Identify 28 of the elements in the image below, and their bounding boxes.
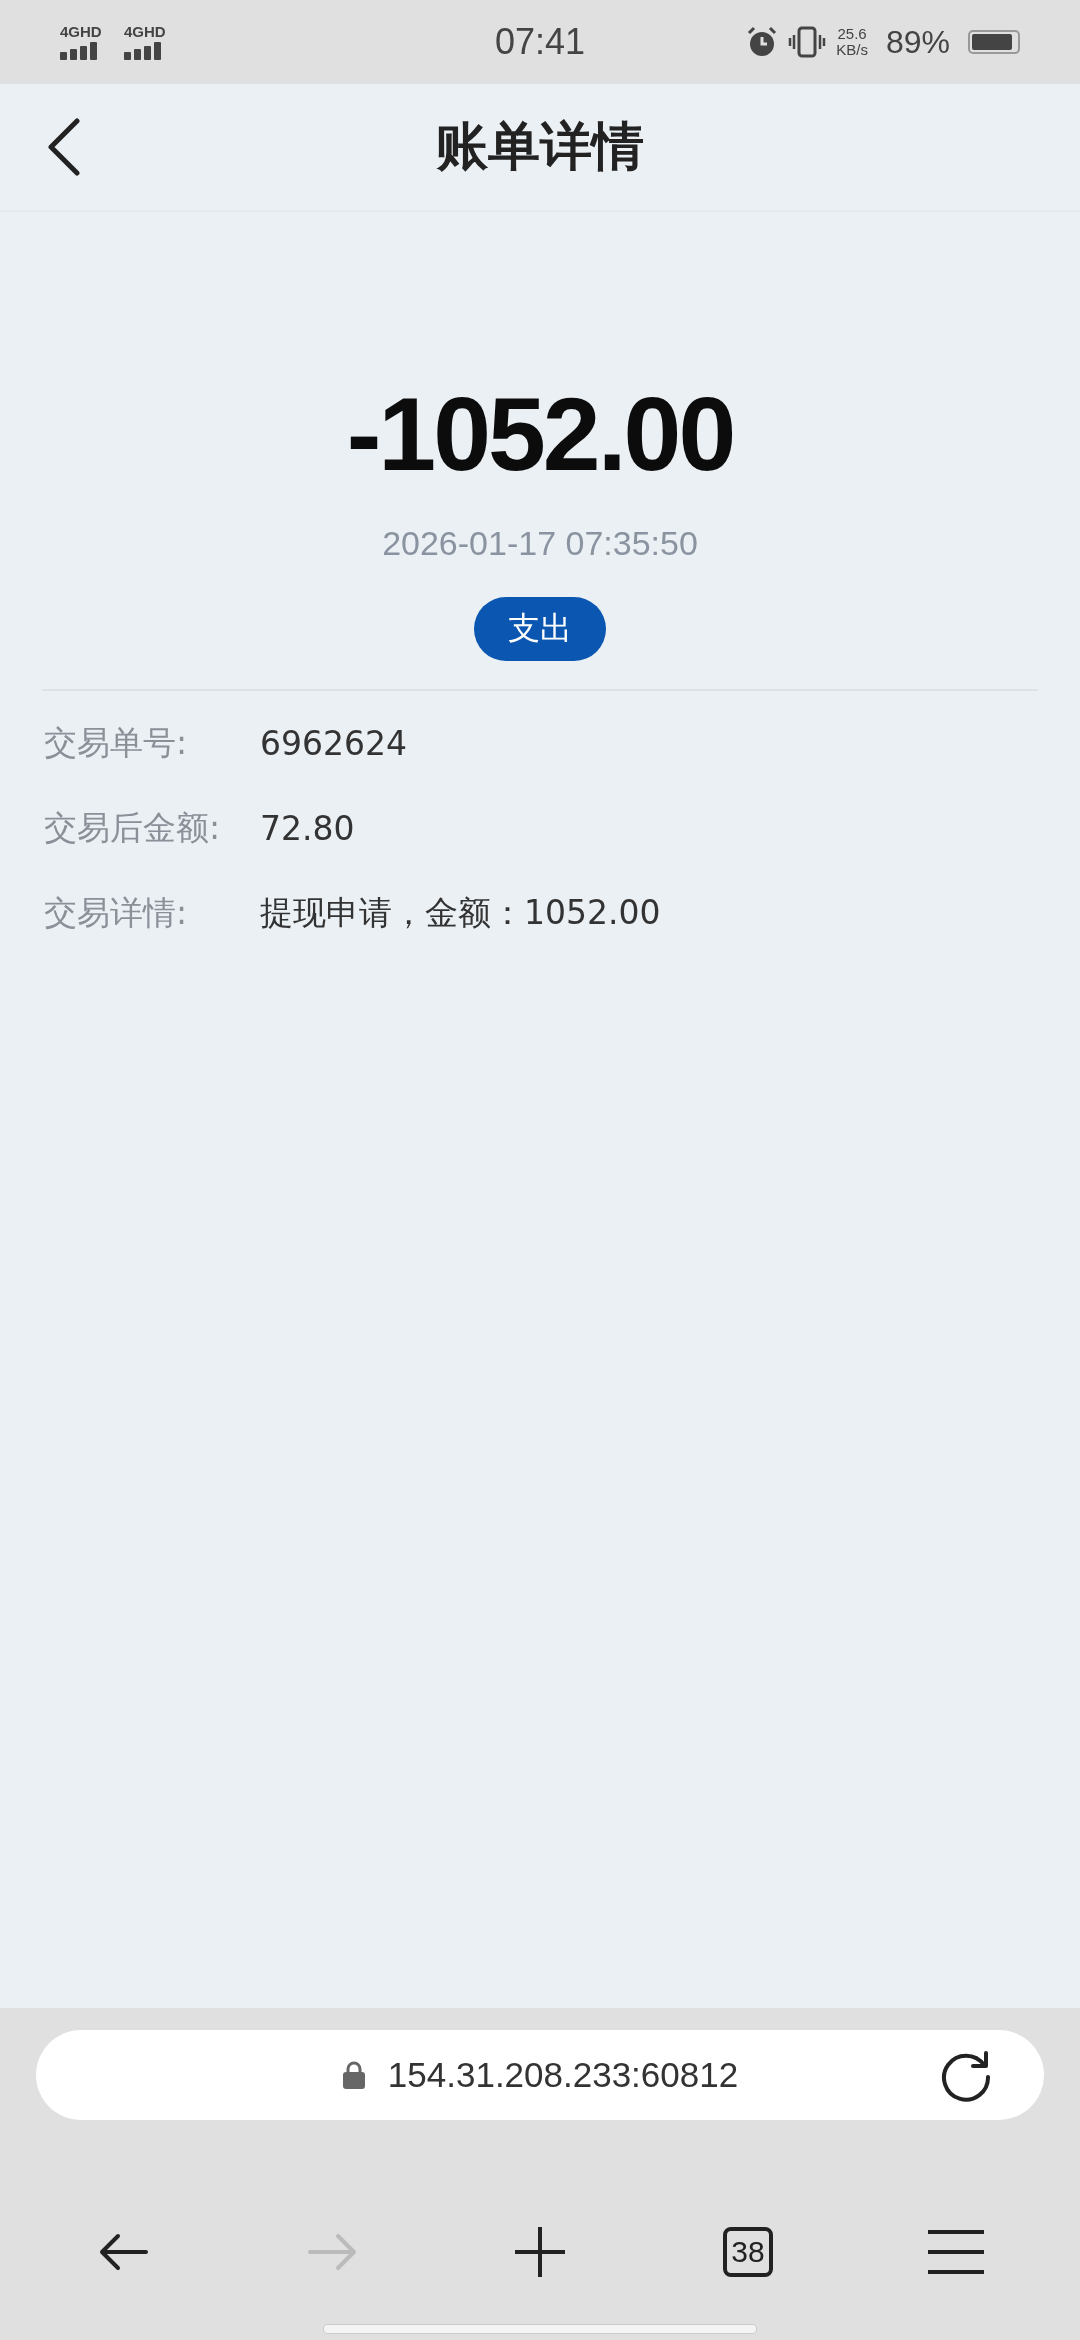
plus-icon <box>513 2225 567 2279</box>
vibrate-icon <box>788 26 827 58</box>
chevron-left-icon <box>47 118 81 176</box>
page-title: 账单详情 <box>436 115 644 178</box>
network-type-label: 4GHD <box>124 24 166 40</box>
address-bar[interactable]: 154.31.208.233:60812 <box>36 2030 1044 2120</box>
transaction-type-badge: 支出 <box>474 597 606 661</box>
detail-label: 交易后金额: <box>44 807 222 849</box>
detail-label: 交易单号: <box>44 722 189 764</box>
detail-label: 交易详情: <box>44 892 189 934</box>
tab-count-button[interactable]: 38 <box>723 2227 773 2277</box>
transaction-time: 2026-01-17 07:35:50 <box>382 524 698 563</box>
network-speed: 25.6 <box>837 26 867 42</box>
speed-unit: KB/s <box>836 42 868 58</box>
detail-value: 6962624 <box>260 724 407 763</box>
network-type-label: 4GHD <box>60 24 102 40</box>
forward-arrow-icon <box>306 2232 358 2272</box>
detail-value: 72.80 <box>260 809 355 848</box>
menu-icon <box>926 2228 986 2276</box>
back-arrow-icon <box>98 2232 150 2272</box>
status-time: 07:41 <box>494 21 586 63</box>
battery-percent: 89% <box>885 23 950 61</box>
detail-value: 提现申请，金额：1052.00 <box>260 892 661 934</box>
url-text: 154.31.208.233:60812 <box>387 2055 739 2095</box>
battery-icon <box>968 30 1020 54</box>
alarm-clock-icon <box>746 26 779 58</box>
lock-icon <box>341 2060 366 2090</box>
amount: -1052.00 <box>346 382 734 486</box>
